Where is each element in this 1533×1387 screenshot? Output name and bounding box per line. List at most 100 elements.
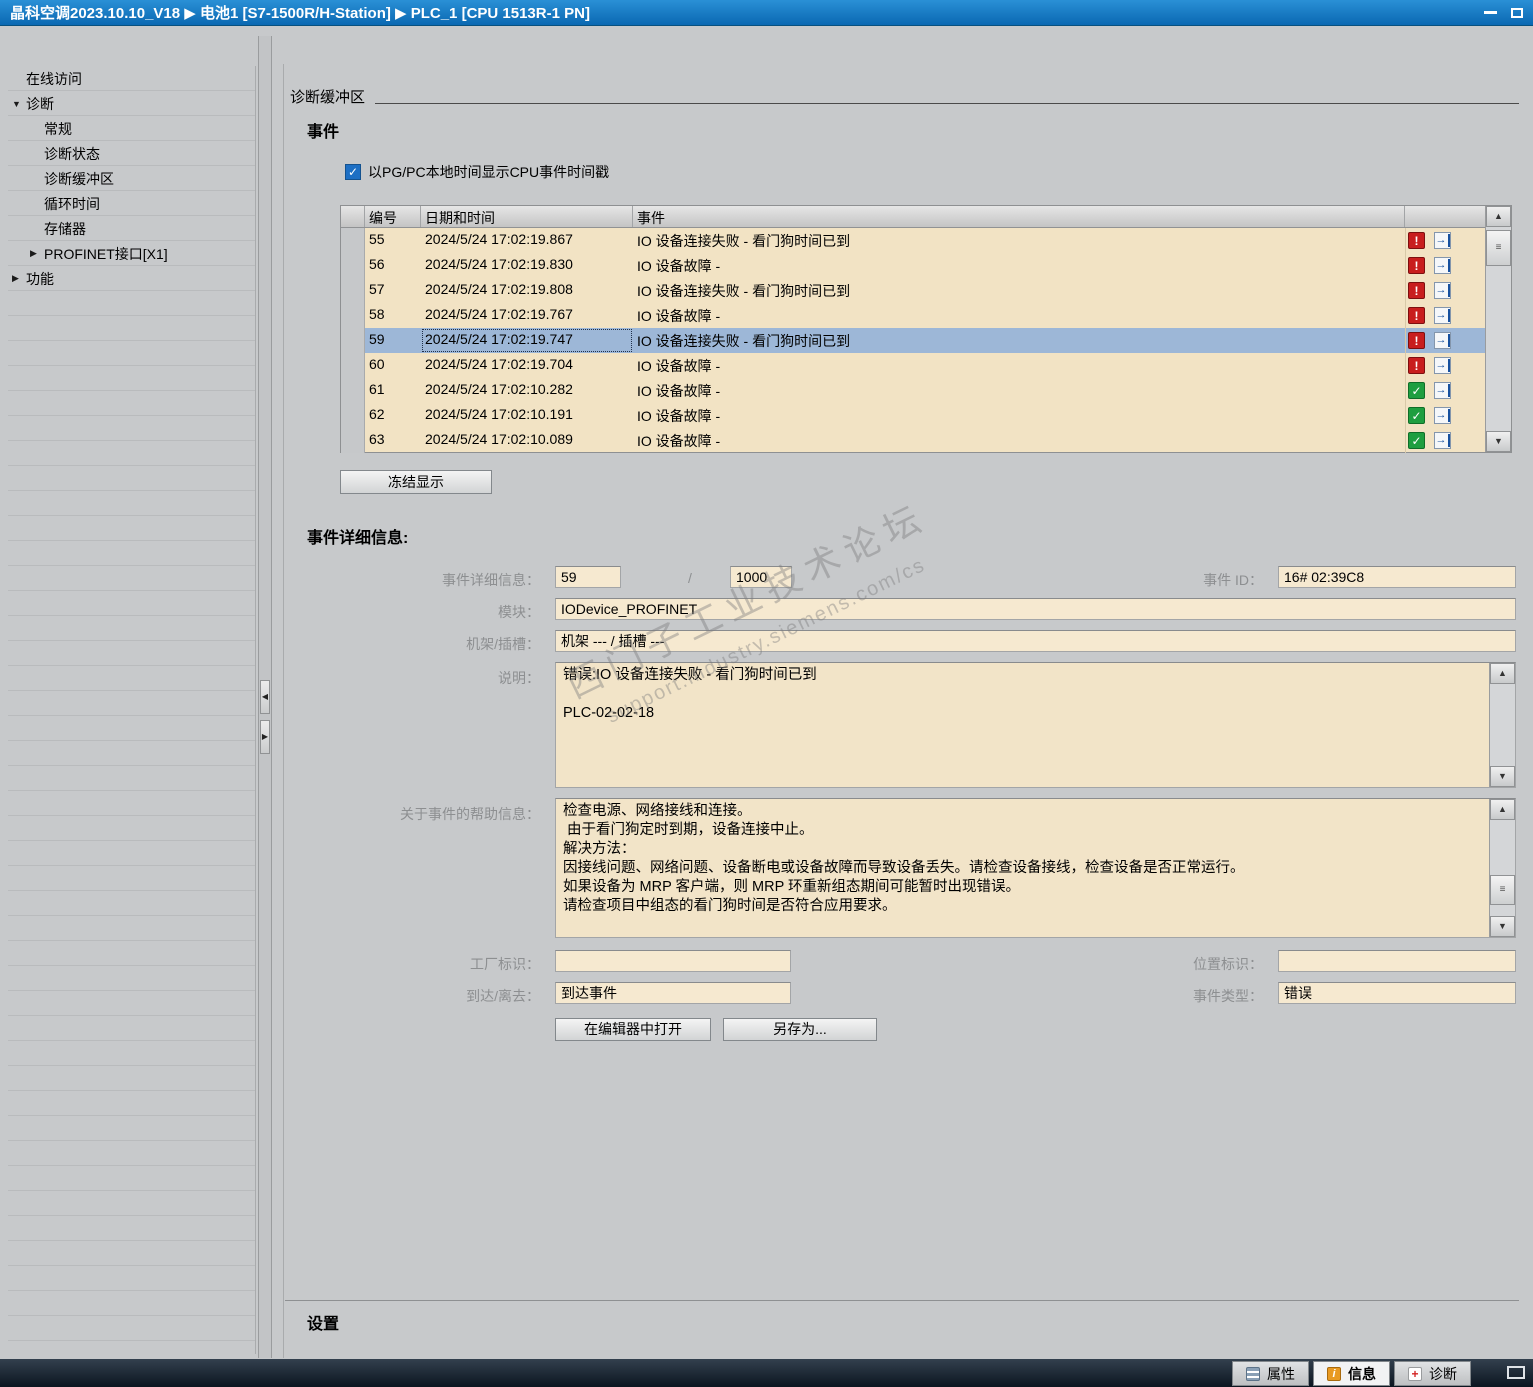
sidebar-item-diagnostic-buffer[interactable]: 诊断缓冲区: [8, 166, 255, 191]
event-status-icon: ✓: [1408, 382, 1425, 399]
rack-slot-field[interactable]: 机架 --- / 插槽 ---: [555, 630, 1516, 652]
event-status-icon: !: [1408, 307, 1425, 324]
description-textarea[interactable]: 错误:IO 设备连接失败 - 看门狗时间已到 PLC-02-02-18 ▲ ▼: [555, 662, 1516, 788]
table-row[interactable]: 56 2024/5/24 17:02:19.830 IO 设备故障 - !: [341, 253, 1485, 278]
sidebar-item-label: PROFINET接口[X1]: [44, 245, 168, 262]
expand-arrow-icon[interactable]: ▼: [12, 99, 26, 109]
table-row[interactable]: 62 2024/5/24 17:02:10.191 IO 设备故障 - ✓: [341, 403, 1485, 428]
help-text: 检查电源、网络接线和连接。 由于看门狗定时到期，设备连接中止。 解决方法： 因接…: [563, 803, 1245, 914]
scroll-up-icon[interactable]: ▲: [1490, 799, 1515, 820]
detail-no-field[interactable]: 59: [555, 566, 621, 588]
help-scrollbar[interactable]: ▲ ≡ ▼: [1489, 799, 1515, 937]
event-id-label: 事件 ID：: [1203, 572, 1263, 588]
column-header-event[interactable]: 事件: [633, 206, 1405, 227]
scroll-up-icon[interactable]: ▲: [1486, 206, 1511, 227]
detail-total-field[interactable]: 1000: [730, 566, 792, 588]
sidebar-item-functions[interactable]: ▶ 功能: [8, 266, 255, 291]
timestamp-checkbox-label: 以PG/PC本地时间显示CPU事件时间戳: [368, 164, 610, 180]
incoming-event-icon: [1434, 257, 1451, 274]
open-in-editor-button[interactable]: 在编辑器中打开: [555, 1018, 711, 1041]
scroll-up-icon[interactable]: ▲: [1490, 663, 1515, 684]
table-row[interactable]: 57 2024/5/24 17:02:19.808 IO 设备连接失败 - 看门…: [341, 278, 1485, 303]
sidebar-tree: 在线访问 ▼ 诊断 常规 诊断状态 诊断缓冲区 循环时间 存储器 ▶ PROFI…: [8, 66, 256, 1354]
event-status-icon: !: [1408, 257, 1425, 274]
incoming-event-icon: [1434, 357, 1451, 374]
event-status-icon: ✓: [1408, 432, 1425, 449]
event-no: 61: [369, 381, 385, 397]
table-row[interactable]: 60 2024/5/24 17:02:19.704 IO 设备故障 - !: [341, 353, 1485, 378]
sidebar-item-diagnostic-status[interactable]: 诊断状态: [8, 141, 255, 166]
table-row[interactable]: 58 2024/5/24 17:02:19.767 IO 设备故障 - !: [341, 303, 1485, 328]
scroll-down-icon[interactable]: ▼: [1490, 916, 1515, 937]
table-row[interactable]: 63 2024/5/24 17:02:10.089 IO 设备故障 - ✓: [341, 428, 1485, 453]
tab-diagnostics[interactable]: + 诊断: [1394, 1361, 1471, 1386]
page-title-row: 诊断缓冲区: [290, 86, 1519, 107]
event-no: 57: [369, 281, 385, 297]
expand-arrow-icon[interactable]: ▶: [12, 273, 26, 284]
incoming-event-icon: [1434, 407, 1451, 424]
tab-info[interactable]: i 信息: [1313, 1361, 1390, 1386]
rack-slot-label: 机架/插槽：: [466, 636, 540, 652]
table-row[interactable]: 61 2024/5/24 17:02:10.282 IO 设备故障 - ✓: [341, 378, 1485, 403]
splitter-collapse-left-icon[interactable]: ◀: [260, 680, 270, 714]
tab-properties[interactable]: 属性: [1232, 1361, 1309, 1386]
diagnostics-icon: +: [1408, 1366, 1422, 1381]
table-row[interactable]: 55 2024/5/24 17:02:19.867 IO 设备连接失败 - 看门…: [341, 228, 1485, 253]
event-datetime: 2024/5/24 17:02:19.747: [421, 328, 633, 353]
panel-splitter[interactable]: ◀ ▶: [258, 36, 272, 1358]
column-header-datetime[interactable]: 日期和时间: [421, 206, 633, 227]
sidebar-item-diagnostics[interactable]: ▼ 诊断: [8, 91, 255, 116]
help-textarea[interactable]: 检查电源、网络接线和连接。 由于看门狗定时到期，设备连接中止。 解决方法： 因接…: [555, 798, 1516, 938]
event-datetime: 2024/5/24 17:02:19.767: [425, 306, 573, 322]
properties-icon: [1246, 1366, 1260, 1381]
info-icon: i: [1327, 1366, 1341, 1381]
plant-field[interactable]: [555, 950, 791, 972]
incoming-event-icon: [1434, 382, 1451, 399]
details-section-heading: 事件详细信息:: [307, 530, 409, 547]
event-status-icon: !: [1408, 282, 1425, 299]
minimize-icon[interactable]: [1484, 11, 1497, 14]
location-field[interactable]: [1278, 950, 1516, 972]
splitter-collapse-right-icon[interactable]: ▶: [260, 720, 270, 754]
event-text: IO 设备故障 -: [637, 308, 721, 324]
module-label: 模块：: [498, 604, 540, 620]
freeze-display-button[interactable]: 冻结显示: [340, 470, 492, 494]
tab-label: 信息: [1348, 1365, 1376, 1382]
event-no: 63: [369, 431, 385, 447]
module-field[interactable]: IODevice_PROFINET: [555, 598, 1516, 620]
sidebar-item-profinet-interface[interactable]: ▶ PROFINET接口[X1]: [8, 241, 255, 266]
event-text: IO 设备故障 -: [637, 258, 721, 274]
detail-separator: /: [688, 570, 692, 586]
expand-arrow-icon[interactable]: ▶: [30, 248, 44, 259]
event-type-field[interactable]: 错误: [1278, 982, 1516, 1004]
event-type-label: 事件类型：: [1193, 988, 1263, 1004]
expand-pane-icon[interactable]: [1507, 1366, 1525, 1379]
tab-label: 属性: [1267, 1365, 1295, 1382]
event-table-scrollbar[interactable]: ▲ ≡ ▼: [1485, 206, 1511, 452]
sidebar-item-online-access[interactable]: 在线访问: [8, 66, 255, 91]
event-no: 62: [369, 406, 385, 422]
sidebar-item-general[interactable]: 常规: [8, 116, 255, 141]
arrive-field[interactable]: 到达事件: [555, 982, 791, 1004]
sidebar-item-label: 在线访问: [26, 70, 82, 87]
scrollbar-thumb[interactable]: ≡: [1490, 875, 1515, 905]
sidebar-item-memory[interactable]: 存储器: [8, 216, 255, 241]
location-label: 位置标识：: [1193, 956, 1263, 972]
event-id-field[interactable]: 16# 02:39C8: [1278, 566, 1516, 588]
sidebar-item-cycle-time[interactable]: 循环时间: [8, 191, 255, 216]
event-datetime: 2024/5/24 17:02:19.867: [425, 231, 573, 247]
scroll-down-icon[interactable]: ▼: [1490, 766, 1515, 787]
timestamp-checkbox[interactable]: ✓: [345, 164, 361, 180]
column-header-no[interactable]: 编号: [365, 206, 421, 227]
scrollbar-thumb[interactable]: ≡: [1486, 230, 1511, 266]
incoming-event-icon: [1434, 282, 1451, 299]
scroll-down-icon[interactable]: ▼: [1486, 431, 1511, 452]
restore-icon[interactable]: [1511, 7, 1523, 18]
event-no: 56: [369, 256, 385, 272]
table-row-selected[interactable]: 59 2024/5/24 17:02:19.747 IO 设备连接失败 - 看门…: [341, 328, 1485, 353]
row-gutter: [341, 328, 365, 353]
save-as-button[interactable]: 另存为...: [723, 1018, 877, 1041]
description-scrollbar[interactable]: ▲ ▼: [1489, 663, 1515, 787]
arrive-label: 到达/离去：: [466, 988, 540, 1004]
row-gutter: [341, 303, 365, 328]
